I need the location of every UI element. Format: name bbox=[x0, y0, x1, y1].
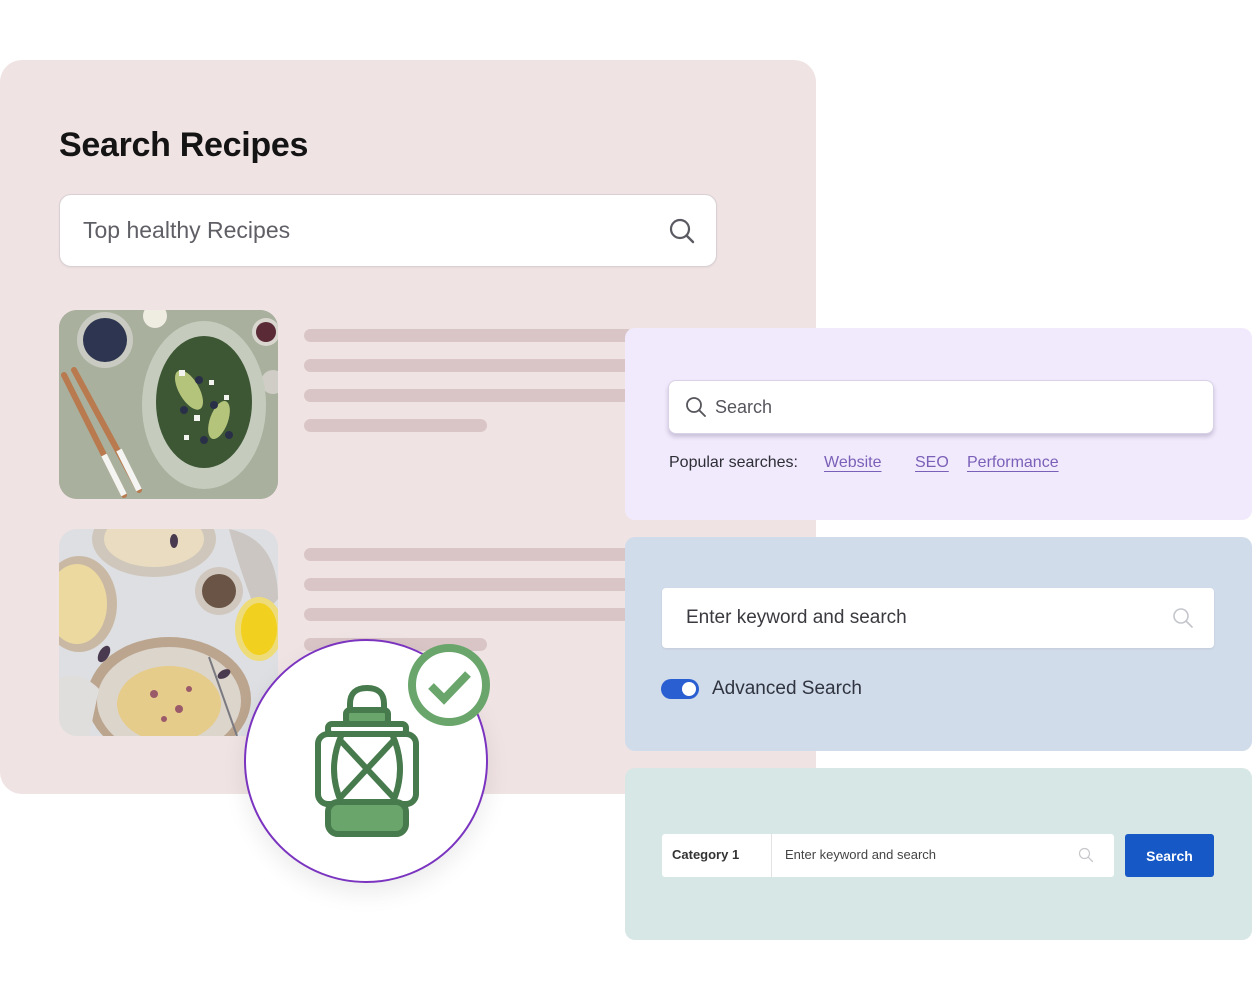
keyword-search-input[interactable]: Enter keyword and search bbox=[662, 588, 1214, 648]
search-input[interactable]: Search bbox=[668, 380, 1214, 434]
page-title: Search Recipes bbox=[59, 126, 309, 164]
popular-link-performance[interactable]: Performance bbox=[967, 454, 1059, 472]
search-icon[interactable] bbox=[1172, 607, 1194, 629]
pasta-photo[interactable] bbox=[59, 529, 278, 736]
recipe-search-input[interactable]: Top healthy Recipes bbox=[59, 194, 717, 267]
advanced-search-label: Advanced Search bbox=[712, 678, 862, 699]
skeleton-line bbox=[304, 419, 487, 432]
search-icon[interactable] bbox=[668, 217, 696, 245]
category-value: Category 1 bbox=[672, 847, 740, 862]
skeleton-line bbox=[304, 359, 634, 372]
skeleton-line bbox=[304, 578, 634, 591]
skeleton-line bbox=[304, 389, 634, 402]
category-keyword-placeholder: Enter keyword and search bbox=[785, 847, 937, 862]
check-circle-icon bbox=[408, 644, 490, 726]
keyword-search-placeholder: Enter keyword and search bbox=[686, 607, 907, 628]
category-keyword-input[interactable]: Enter keyword and search bbox=[772, 834, 1114, 877]
search-icon bbox=[686, 397, 706, 417]
skeleton-line bbox=[304, 548, 634, 561]
category-select[interactable]: Category 1 bbox=[662, 834, 772, 877]
search-icon bbox=[1078, 847, 1094, 863]
skeleton-line bbox=[304, 608, 634, 621]
popular-searches-label: Popular searches: bbox=[669, 454, 798, 471]
toggle-knob bbox=[682, 682, 696, 696]
skeleton-line bbox=[304, 329, 634, 342]
popular-link-seo[interactable]: SEO bbox=[915, 454, 949, 472]
recipe-search-value: Top healthy Recipes bbox=[83, 217, 291, 243]
search-button[interactable]: Search bbox=[1125, 834, 1214, 877]
salad-photo[interactable] bbox=[59, 310, 278, 499]
search-placeholder: Search bbox=[715, 397, 773, 417]
popular-link-website[interactable]: Website bbox=[824, 454, 882, 472]
advanced-search-toggle[interactable] bbox=[661, 679, 699, 699]
